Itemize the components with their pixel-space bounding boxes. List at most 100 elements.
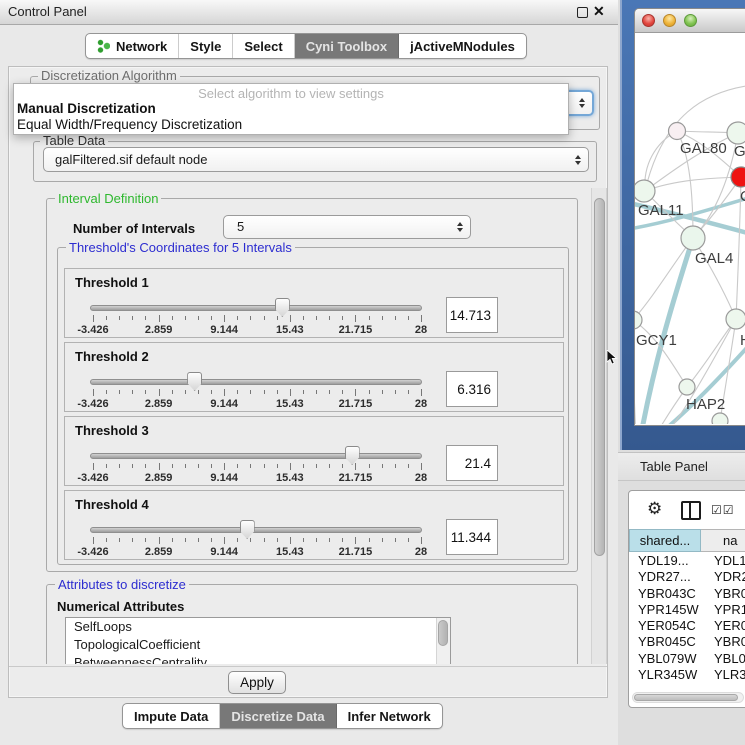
- settings-scrollbar[interactable]: [591, 188, 607, 664]
- table-row[interactable]: YDR27...YDR2: [629, 569, 745, 585]
- attribute-item-topologicalcoefficient[interactable]: TopologicalCoefficient: [66, 636, 450, 654]
- bottom-tab-infer-network[interactable]: Infer Network: [337, 704, 442, 728]
- axis-tick-label: 21.715: [323, 472, 387, 484]
- threshold-3-label: Threshold 3: [75, 423, 149, 438]
- tab-select-label: Select: [244, 39, 282, 54]
- gear-icon[interactable]: ⚙: [647, 499, 662, 519]
- table-panel-title: Table Panel: [640, 459, 708, 474]
- tick-mark: [382, 390, 383, 394]
- axis-tick-label: 28: [389, 546, 453, 558]
- table-row[interactable]: YER054CYER0: [629, 618, 745, 634]
- split-columns-icon[interactable]: [681, 501, 701, 520]
- tick-mark: [119, 464, 120, 468]
- threshold-1-slider-thumb[interactable]: [275, 298, 290, 317]
- attributes-group: Attributes to discretize Numerical Attri…: [46, 584, 578, 664]
- network-node-gal11[interactable]: [635, 180, 655, 202]
- threshold-2-slider-track[interactable]: [90, 379, 422, 385]
- zoom-traffic-light[interactable]: [684, 14, 697, 27]
- control-panel-tabs: NetworkStyle Select Cyni ToolboxjActiveMNo…: [85, 33, 527, 59]
- threshold-2-slider-thumb[interactable]: [187, 372, 202, 391]
- tick-mark: [237, 316, 238, 320]
- threshold-2-value-input[interactable]: 6.316: [446, 371, 498, 407]
- tick-mark: [329, 316, 330, 320]
- tab-select[interactable]: Select: [233, 34, 294, 58]
- table-row[interactable]: YPR145WYPR1: [629, 602, 745, 618]
- tick-mark: [329, 538, 330, 542]
- threshold-3-value-input[interactable]: 21.4: [446, 445, 498, 481]
- network-node-g[interactable]: [727, 122, 745, 144]
- cell-name: YBR0: [701, 586, 745, 602]
- network-canvas[interactable]: GAL80GCGAL11GAL4GCY1HHAP2: [635, 33, 745, 424]
- dropdown-option-manual-discretization[interactable]: Manual Discretization: [14, 101, 568, 117]
- column-header-name[interactable]: na: [701, 529, 745, 552]
- tab-jactivemnodules[interactable]: jActiveMNodules: [399, 34, 526, 58]
- bottom-tab-discretize-data[interactable]: Discretize Data: [220, 704, 336, 728]
- column-header-shared-name[interactable]: shared...: [629, 529, 701, 552]
- table-horizontal-scrollbar-thumb[interactable]: [634, 694, 738, 701]
- bottom-tab-impute-data[interactable]: Impute Data: [123, 704, 220, 728]
- network-node-h[interactable]: [726, 309, 745, 329]
- network-node-gal4[interactable]: [681, 226, 705, 250]
- tick-mark: [382, 464, 383, 468]
- spinner-arrows-icon[interactable]: [457, 222, 463, 232]
- attribute-item-selfloops[interactable]: SelfLoops: [66, 618, 450, 636]
- minimize-traffic-light[interactable]: [663, 14, 676, 27]
- tick-mark: [211, 390, 212, 394]
- close-traffic-light[interactable]: [642, 14, 655, 27]
- network-node-unlabeled[interactable]: [712, 413, 728, 424]
- network-node-c[interactable]: [731, 167, 745, 187]
- network-node-gal80[interactable]: [669, 123, 686, 140]
- apply-button[interactable]: Apply: [228, 671, 286, 694]
- axis-tick-label: 9.144: [192, 398, 256, 410]
- dropdown-option-equal-width-frequency[interactable]: Equal Width/Frequency Discretization: [14, 117, 568, 133]
- tick-mark: [250, 538, 251, 542]
- attributes-list-scrollbar-thumb[interactable]: [438, 620, 448, 646]
- network-window-frame: GAL80GCGAL11GAL4GCY1HHAP2: [620, 0, 745, 450]
- tick-mark: [119, 390, 120, 394]
- number-of-intervals-spinner[interactable]: 5: [223, 215, 471, 239]
- attribute-item-betweennesscentrality[interactable]: BetweennessCentrality: [66, 654, 450, 664]
- axis-tick-label: 2.859: [127, 546, 191, 558]
- network-node-hap2[interactable]: [679, 379, 695, 395]
- tick-mark: [237, 538, 238, 542]
- interval-definition-title: Interval Definition: [55, 192, 161, 206]
- node-label-c: C: [740, 188, 745, 205]
- numerical-attributes-list[interactable]: SelfLoopsTopologicalCoefficientBetweenne…: [65, 617, 451, 664]
- tab-cyni-toolbox[interactable]: Cyni Toolbox: [295, 34, 399, 58]
- tick-mark: [303, 390, 304, 394]
- tick-mark: [408, 316, 409, 320]
- tab-style[interactable]: Style: [179, 34, 233, 58]
- node-label-gal80: GAL80: [680, 140, 727, 157]
- threshold-1-slider-track[interactable]: [90, 305, 422, 311]
- threshold-3-slider-track[interactable]: [90, 453, 422, 459]
- table-row[interactable]: YBL079WYBL0: [629, 651, 745, 667]
- tick-mark: [106, 316, 107, 320]
- axis-tick-label: -3.426: [61, 546, 125, 558]
- select-columns-icons[interactable]: ☑☑: [711, 503, 735, 517]
- threshold-3-slider-thumb[interactable]: [345, 446, 360, 465]
- tick-mark: [132, 390, 133, 394]
- threshold-1-value-input[interactable]: 14.713: [446, 297, 498, 333]
- tick-mark: [421, 463, 422, 470]
- tab-network[interactable]: Network: [86, 34, 179, 58]
- float-window-icon[interactable]: [577, 7, 588, 18]
- table-data-selected-value: galFiltered.sif default node: [55, 152, 207, 167]
- close-icon[interactable]: ✕: [593, 3, 605, 20]
- table-row[interactable]: YDL19...YDL1: [629, 553, 745, 569]
- table-row[interactable]: YBR043CYBR0: [629, 586, 745, 602]
- table-horizontal-scrollbar[interactable]: [632, 692, 744, 703]
- settings-scrollbar-thumb[interactable]: [594, 198, 605, 556]
- tick-mark: [93, 389, 94, 396]
- tick-mark: [264, 464, 265, 468]
- thresholds-group: Threshold's Coordinates for 5 Intervals …: [57, 247, 569, 565]
- attributes-list-scrollbar[interactable]: [436, 618, 450, 664]
- threshold-4-slider-thumb[interactable]: [240, 520, 255, 539]
- axis-tick-label: 21.715: [323, 324, 387, 336]
- table-row[interactable]: YBR045CYBR0: [629, 634, 745, 650]
- threshold-4-value-input[interactable]: 11.344: [446, 519, 498, 555]
- table-panel-header: Table Panel: [618, 452, 745, 481]
- threshold-4-slider-track[interactable]: [90, 527, 422, 533]
- tick-mark: [132, 316, 133, 320]
- table-row[interactable]: YLR345WYLR3: [629, 667, 745, 679]
- table-data-combobox[interactable]: galFiltered.sif default node: [43, 147, 589, 172]
